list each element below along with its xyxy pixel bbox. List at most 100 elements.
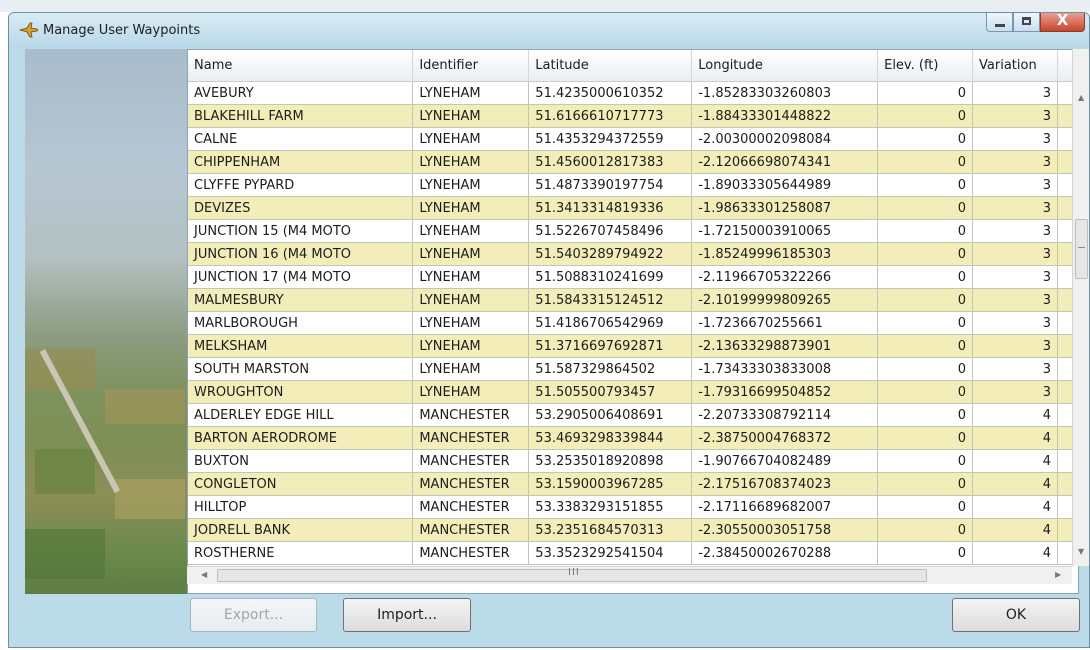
table-cell[interactable]: 3 [972,288,1058,312]
table-cell[interactable]: 51.4186706542969 [528,311,693,335]
table-cell[interactable]: -1.73433303833008 [691,357,879,381]
table-cell[interactable]: MANCHESTER [412,403,530,427]
table-cell[interactable]: 0 [877,173,974,197]
table-cell[interactable]: LYNEHAM [412,311,530,335]
table-cell[interactable]: LYNEHAM [412,196,530,220]
table-cell[interactable]: -1.72150003910065 [691,219,879,243]
table-cell[interactable]: 3 [972,265,1058,289]
table-cell[interactable]: -2.38750004768372 [691,426,879,450]
scroll-up-icon[interactable]: ▲ [1078,93,1084,102]
table-cell[interactable]: 53.2905006408691 [528,403,693,427]
vertical-scroll-thumb[interactable] [1075,219,1088,279]
table-cell[interactable]: MELKSHAM [188,334,414,358]
table-row[interactable]: DEVIZES LYNEHAM 51.3413314819336 -1.9863330… [188,196,1078,220]
table-cell[interactable]: 4 [972,449,1058,473]
table-cell[interactable]: 51.4235000610352 [528,81,693,105]
minimize-button[interactable] [986,13,1013,32]
table-cell[interactable]: HILLTOP [188,495,414,519]
table-cell[interactable]: 0 [877,127,974,151]
table-cell[interactable]: 51.3413314819336 [528,196,693,220]
table-cell[interactable]: LYNEHAM [412,242,530,266]
table-row[interactable]: MALMESBURY LYNEHAM 51.5843315124512 -2.1019… [188,288,1078,312]
table-cell[interactable]: 53.4693298339844 [528,426,693,450]
table-row[interactable]: ROSTHERNE MANCHESTER 53.3523292541504 -2.38… [188,541,1078,565]
table-cell[interactable]: MANCHESTER [412,518,530,542]
scroll-down-icon[interactable]: ▼ [1078,547,1084,556]
table-cell[interactable]: -2.38450002670288 [691,541,879,565]
table-cell[interactable]: 0 [877,380,974,404]
table-cell[interactable]: LYNEHAM [412,357,530,381]
table-row[interactable]: CONGLETON MANCHESTER 53.1590003967285 -2.17… [188,472,1078,496]
table-cell[interactable]: 0 [877,219,974,243]
table-cell[interactable]: 0 [877,288,974,312]
table-cell[interactable]: 3 [972,334,1058,358]
table-row[interactable]: SOUTH MARSTON LYNEHAM 51.587329864502 -1.73… [188,357,1078,381]
table-cell[interactable]: AVEBURY [188,81,414,105]
table-cell[interactable]: CHIPPENHAM [188,150,414,174]
table-cell[interactable]: 0 [877,426,974,450]
table-row[interactable]: BLAKEHILL FARM LYNEHAM 51.6166610717773 -1.… [188,104,1078,128]
table-cell[interactable]: 0 [877,403,974,427]
table-cell[interactable]: 0 [877,104,974,128]
table-cell[interactable]: -2.13633298873901 [691,334,879,358]
table-cell[interactable]: 51.4873390197754 [528,173,693,197]
table-cell[interactable]: JODRELL BANK [188,518,414,542]
table-cell[interactable]: 0 [877,334,974,358]
column-header-latitude[interactable]: Latitude [528,50,693,82]
table-cell[interactable]: DEVIZES [188,196,414,220]
table-cell[interactable]: -2.30550003051758 [691,518,879,542]
table-cell[interactable]: BARTON AERODROME [188,426,414,450]
table-cell[interactable]: 0 [877,541,974,565]
table-cell[interactable]: -1.89033305644989 [691,173,879,197]
ok-button[interactable]: OK [952,598,1080,632]
table-cell[interactable]: 3 [972,311,1058,335]
table-cell[interactable]: MANCHESTER [412,426,530,450]
table-row[interactable]: BUXTON MANCHESTER 53.2535018920898 -1.90766… [188,449,1078,473]
table-cell[interactable]: -2.10199999809265 [691,288,879,312]
table-row[interactable]: CHIPPENHAM LYNEHAM 51.4560012817383 -2.1206… [188,150,1078,174]
table-cell[interactable]: MANCHESTER [412,495,530,519]
scroll-right-icon[interactable]: ▶ [1055,570,1061,579]
table-cell[interactable]: 0 [877,518,974,542]
table-row[interactable]: CALNE LYNEHAM 51.4353294372559 -2.003000020… [188,127,1078,151]
table-cell[interactable]: 53.2351684570313 [528,518,693,542]
table-cell[interactable]: 51.587329864502 [528,357,693,381]
table-row[interactable]: BARTON AERODROME MANCHESTER 53.46932983398… [188,426,1078,450]
table-cell[interactable]: LYNEHAM [412,265,530,289]
table-row[interactable]: ALDERLEY EDGE HILL MANCHESTER 53.290500640… [188,403,1078,427]
table-row[interactable]: WROUGHTON LYNEHAM 51.505500793457 -1.793166… [188,380,1078,404]
table-cell[interactable]: 3 [972,357,1058,381]
table-cell[interactable]: JUNCTION 17 (M4 MOTO [188,265,414,289]
table-cell[interactable]: LYNEHAM [412,334,530,358]
table-cell[interactable]: MANCHESTER [412,472,530,496]
table-cell[interactable]: BUXTON [188,449,414,473]
table-cell[interactable]: 3 [972,104,1058,128]
table-cell[interactable]: -1.85249996185303 [691,242,879,266]
table-cell[interactable]: LYNEHAM [412,288,530,312]
table-cell[interactable]: -1.90766704082489 [691,449,879,473]
table-cell[interactable]: 0 [877,472,974,496]
table-cell[interactable]: LYNEHAM [412,127,530,151]
horizontal-scroll-thumb[interactable]: III [217,567,927,582]
table-cell[interactable]: 53.2535018920898 [528,449,693,473]
table-cell[interactable]: LYNEHAM [412,104,530,128]
table-cell[interactable]: 3 [972,127,1058,151]
table-cell[interactable]: CALNE [188,127,414,151]
table-cell[interactable]: LYNEHAM [412,150,530,174]
table-cell[interactable]: 0 [877,449,974,473]
table-cell[interactable]: -2.17516708374023 [691,472,879,496]
table-row[interactable]: HILLTOP MANCHESTER 53.3383293151855 -2.1711… [188,495,1078,519]
waypoints-grid[interactable]: Name Identifier Latitude Longitude Elev. (ft… [187,49,1079,594]
table-cell[interactable]: -1.79316699504852 [691,380,879,404]
table-cell[interactable]: 0 [877,242,974,266]
table-cell[interactable]: 53.1590003967285 [528,472,693,496]
close-button[interactable]: X [1040,13,1085,32]
column-header-name[interactable]: Name [188,50,414,82]
table-cell[interactable]: 4 [972,541,1058,565]
table-cell[interactable]: MALMESBURY [188,288,414,312]
table-cell[interactable]: CONGLETON [188,472,414,496]
table-cell[interactable]: 51.5226707458496 [528,219,693,243]
table-cell[interactable]: -2.17116689682007 [691,495,879,519]
vertical-scrollbar[interactable]: ▲ ▼ [1072,49,1089,566]
column-header-longitude[interactable]: Longitude [691,50,879,82]
